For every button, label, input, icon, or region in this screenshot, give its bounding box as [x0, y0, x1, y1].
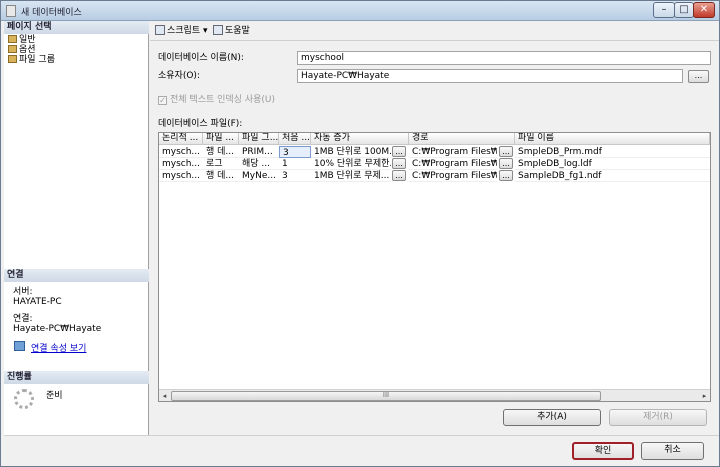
maximize-button[interactable]: □ [674, 2, 694, 18]
script-button[interactable]: 스크립트 ▾ [155, 25, 208, 37]
path-browse-button[interactable]: ... [499, 158, 513, 169]
page-icon [8, 45, 17, 53]
table-row-1-filename[interactable]: SmpleDB_log.ldf [515, 158, 710, 170]
path-browse-button[interactable]: ... [499, 146, 513, 157]
side-panel: 페이지 선택 일반 옵션 파일 그룹 연결 서버: HAYATE-PC 연결: … [4, 21, 149, 435]
table-row-1-group[interactable]: 해당 ... [239, 158, 279, 170]
table-row-1-logical[interactable]: mysch... [159, 158, 203, 170]
table-row-2-path[interactable]: C:₩Program Files₩... [409, 170, 497, 182]
growth-browse-button[interactable]: ... [392, 158, 406, 169]
dropdown-arrow-icon[interactable]: ▾ [203, 26, 208, 36]
table-row-0-growth[interactable]: 1MB 단위로 100M... [311, 146, 391, 158]
table-row-2-group[interactable]: MyNe... [239, 170, 279, 182]
minimize-button[interactable]: – [653, 2, 675, 18]
table-row-1-growth[interactable]: 10% 단위로 무제한... [311, 158, 391, 170]
col-logical-name[interactable]: 논리적 ... [159, 133, 203, 145]
main-panel: 스크립트 ▾ 도움말 데이터베이스 이름(N): myschool 소유자(O)… [150, 21, 719, 435]
toolbar: 스크립트 ▾ 도움말 [150, 21, 719, 41]
table-row-2-filename[interactable]: SampleDB_fg1.ndf [515, 170, 710, 182]
table-row-0-logical[interactable]: mysch... [159, 146, 203, 158]
path-browse-button[interactable]: ... [499, 170, 513, 181]
owner-input[interactable]: Hayate-PC₩Hayate [297, 69, 683, 83]
table-row-0-filename[interactable]: SmpleDB_Prm.mdf [515, 146, 710, 158]
pages-header: 페이지 선택 [4, 21, 149, 34]
add-file-button[interactable]: 추가(A) [503, 409, 601, 426]
db-files-grid: 논리적 ... 파일 ... 파일 그... 처음 ... 자동 증가 경로 파… [158, 132, 711, 402]
sidebar-item-general[interactable]: 일반 [8, 35, 36, 45]
owner-browse-button[interactable]: ... [688, 70, 709, 83]
col-initial-size[interactable]: 처음 ... [279, 133, 311, 145]
col-filegroup[interactable]: 파일 그... [239, 133, 279, 145]
scroll-right-icon[interactable]: ▸ [699, 391, 710, 401]
table-row-1-type[interactable]: 로그 [203, 158, 239, 170]
table-row-0-group[interactable]: PRIM... [239, 146, 279, 158]
progress-status: 준비 [46, 391, 63, 401]
page-icon [8, 35, 17, 43]
table-row-2-initial[interactable]: 3 [279, 170, 311, 182]
window-title: 새 데이터베이스 [21, 8, 82, 18]
connection-header: 연결 [4, 269, 149, 282]
table-row-0-initial[interactable]: 3 [279, 146, 311, 158]
fulltext-label: 전체 텍스트 인덱싱 사용(U) [170, 95, 275, 105]
help-icon [213, 25, 223, 35]
title-bar: 새 데이터베이스 – □ ✕ [1, 1, 719, 21]
col-autogrowth[interactable]: 자동 증가 [311, 133, 409, 145]
connection-value: Hayate-PC₩Hayate [13, 324, 102, 334]
db-name-input[interactable]: myschool [297, 51, 711, 65]
new-database-dialog: 새 데이터베이스 – □ ✕ 페이지 선택 일반 옵션 파일 그룹 연결 서버:… [0, 0, 720, 467]
db-name-label: 데이터베이스 이름(N): [158, 53, 244, 63]
app-icon [6, 5, 16, 17]
help-button[interactable]: 도움말 [213, 25, 250, 37]
dialog-footer: 확인 취소 [4, 435, 719, 466]
connection-properties-icon [14, 341, 25, 351]
table-row-2-growth[interactable]: 1MB 단위로 무제... [311, 170, 391, 182]
fulltext-checkbox[interactable]: ✓ [158, 96, 167, 105]
progress-spinner-icon [14, 389, 34, 409]
growth-browse-button[interactable]: ... [392, 170, 406, 181]
owner-label: 소유자(O): [158, 71, 200, 81]
ok-button[interactable]: 확인 [572, 442, 634, 460]
table-row-0-path[interactable]: C:₩Program Files₩... [409, 146, 497, 158]
db-files-label: 데이터베이스 파일(F): [158, 119, 243, 129]
col-file-type[interactable]: 파일 ... [203, 133, 239, 145]
close-button[interactable]: ✕ [693, 2, 715, 18]
server-value: HAYATE-PC [13, 297, 62, 307]
table-row-2-logical[interactable]: mysch... [159, 170, 203, 182]
table-row-0-type[interactable]: 행 데... [203, 146, 239, 158]
remove-file-button[interactable]: 제거(R) [609, 409, 707, 426]
sidebar-item-filegroups[interactable]: 파일 그룹 [8, 55, 55, 65]
progress-header: 진행률 [4, 371, 149, 384]
cancel-button[interactable]: 취소 [641, 442, 704, 460]
growth-browse-button[interactable]: ... [392, 146, 406, 157]
horizontal-scrollbar[interactable]: ◂ III ▸ [159, 389, 710, 401]
table-row-1-initial[interactable]: 1 [279, 158, 311, 170]
scroll-left-icon[interactable]: ◂ [159, 391, 170, 401]
col-path[interactable]: 경로 [409, 133, 515, 145]
table-row-1-path[interactable]: C:₩Program Files₩... [409, 158, 497, 170]
view-connection-properties-link[interactable]: 연결 속성 보기 [31, 341, 86, 354]
script-icon [155, 25, 165, 35]
page-icon [8, 55, 17, 63]
scroll-thumb[interactable]: III [171, 391, 601, 401]
sidebar-item-options[interactable]: 옵션 [8, 45, 36, 55]
col-filename[interactable]: 파일 이름 [515, 133, 710, 145]
table-row-2-type[interactable]: 행 데... [203, 170, 239, 182]
